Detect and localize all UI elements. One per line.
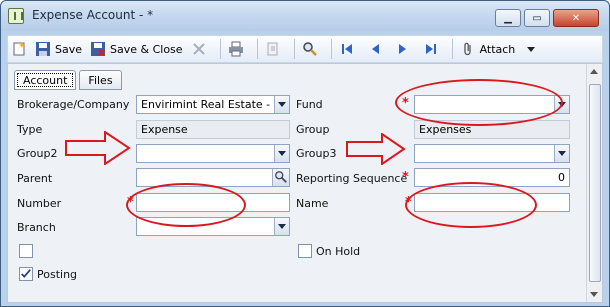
magnifier-icon bbox=[275, 171, 287, 183]
expense-account-window: Expense Account - * ▁ ▭ ✕ Save Save & Cl… bbox=[0, 0, 610, 307]
type-value: Expense bbox=[141, 123, 188, 136]
delete-icon bbox=[192, 43, 205, 55]
maximize-icon: ▭ bbox=[532, 12, 542, 24]
scroll-up-icon[interactable] bbox=[590, 69, 598, 74]
annotation-arrow-group3 bbox=[346, 133, 406, 165]
annotation-arrow-group2 bbox=[65, 131, 131, 165]
name-label: Name bbox=[296, 197, 329, 210]
chevron-down-icon[interactable] bbox=[274, 218, 289, 235]
type-label: Type bbox=[17, 123, 43, 136]
brokerage-value: Envirimint Real Estate - ... bbox=[141, 98, 285, 111]
next-record-button[interactable] bbox=[392, 38, 418, 60]
toolbar-separator bbox=[330, 39, 332, 59]
reporting-sequence-label: Reporting Sequence bbox=[296, 172, 408, 185]
chevron-down-icon[interactable] bbox=[554, 145, 569, 162]
new-document-icon bbox=[13, 42, 25, 56]
window-title: Expense Account - * bbox=[32, 8, 154, 22]
group3-select[interactable] bbox=[414, 144, 570, 163]
tab-bar: Account Files bbox=[14, 70, 125, 92]
required-marker: * bbox=[402, 170, 409, 185]
scroll-down-icon[interactable] bbox=[590, 292, 598, 297]
annotation-oval-name bbox=[405, 182, 537, 228]
parent-label: Parent bbox=[17, 172, 53, 185]
close-icon: ✕ bbox=[571, 12, 581, 24]
title-bar[interactable]: Expense Account - * ▁ ▭ ✕ bbox=[1, 1, 609, 31]
group3-label: Group3 bbox=[296, 147, 337, 160]
unlabeled-checkbox[interactable] bbox=[19, 244, 33, 258]
copy-icon bbox=[267, 42, 278, 56]
find-button[interactable] bbox=[299, 38, 325, 60]
vertical-scrollbar[interactable] bbox=[586, 64, 602, 302]
next-icon bbox=[398, 44, 406, 54]
toolbar-separator bbox=[219, 39, 221, 59]
close-button[interactable]: ✕ bbox=[553, 9, 599, 27]
app-icon bbox=[8, 8, 24, 24]
chevron-down-icon[interactable] bbox=[527, 46, 536, 52]
group-label: Group bbox=[296, 123, 330, 136]
maximize-button[interactable]: ▭ bbox=[524, 9, 550, 27]
copy-button[interactable] bbox=[262, 38, 288, 60]
annotation-oval-number bbox=[126, 183, 246, 227]
chevron-down-icon[interactable] bbox=[274, 145, 289, 162]
brokerage-select[interactable]: Envirimint Real Estate - ... bbox=[136, 95, 290, 114]
lookup-button[interactable] bbox=[272, 169, 289, 186]
minimize-button[interactable]: ▁ bbox=[495, 9, 521, 27]
fund-label: Fund bbox=[296, 98, 323, 111]
number-label: Number bbox=[17, 197, 62, 210]
floppy-disk-icon bbox=[36, 42, 50, 56]
posting-label: Posting bbox=[37, 268, 78, 281]
tab-account[interactable]: Account bbox=[14, 70, 77, 90]
save-label: Save bbox=[55, 42, 83, 56]
printer-icon bbox=[228, 41, 243, 57]
brokerage-label: Brokerage/Company bbox=[17, 98, 130, 111]
posting-checkbox[interactable] bbox=[19, 267, 33, 281]
toolbar: Save Save & Close Attach bbox=[7, 35, 603, 63]
group2-label: Group2 bbox=[17, 147, 58, 160]
reporting-sequence-value: 0 bbox=[558, 171, 565, 184]
first-icon bbox=[341, 44, 352, 54]
save-button[interactable]: Save bbox=[32, 38, 85, 60]
type-field: Expense bbox=[136, 120, 290, 139]
attach-label: Attach bbox=[479, 42, 516, 56]
new-button[interactable] bbox=[8, 38, 30, 60]
save-close-icon bbox=[91, 42, 106, 56]
save-close-button[interactable]: Save & Close bbox=[87, 38, 186, 60]
toolbar-separator bbox=[256, 39, 258, 59]
annotation-oval-fund bbox=[395, 79, 563, 126]
chevron-down-icon[interactable] bbox=[274, 96, 289, 113]
previous-record-button[interactable] bbox=[364, 38, 390, 60]
on-hold-label: On Hold bbox=[316, 245, 361, 258]
attach-button[interactable]: Attach bbox=[457, 38, 539, 60]
toolbar-separator bbox=[293, 39, 295, 59]
group2-select[interactable] bbox=[136, 144, 290, 163]
branch-label: Branch bbox=[17, 221, 56, 234]
first-record-button[interactable] bbox=[336, 38, 362, 60]
checkmark-icon bbox=[21, 269, 31, 278]
parent-lookup[interactable] bbox=[136, 168, 290, 187]
minimize-icon: ▁ bbox=[504, 12, 512, 24]
paperclip-icon bbox=[463, 42, 471, 56]
save-close-label: Save & Close bbox=[110, 42, 183, 56]
previous-icon bbox=[371, 44, 379, 54]
delete-button[interactable] bbox=[188, 38, 214, 60]
toolbar-separator bbox=[451, 39, 453, 59]
scroll-thumb[interactable] bbox=[589, 84, 601, 282]
on-hold-checkbox[interactable] bbox=[298, 244, 312, 258]
print-button[interactable] bbox=[225, 38, 251, 60]
search-icon bbox=[302, 42, 317, 56]
last-icon bbox=[425, 44, 436, 54]
tab-files[interactable]: Files bbox=[79, 70, 122, 90]
last-record-button[interactable] bbox=[420, 38, 446, 60]
